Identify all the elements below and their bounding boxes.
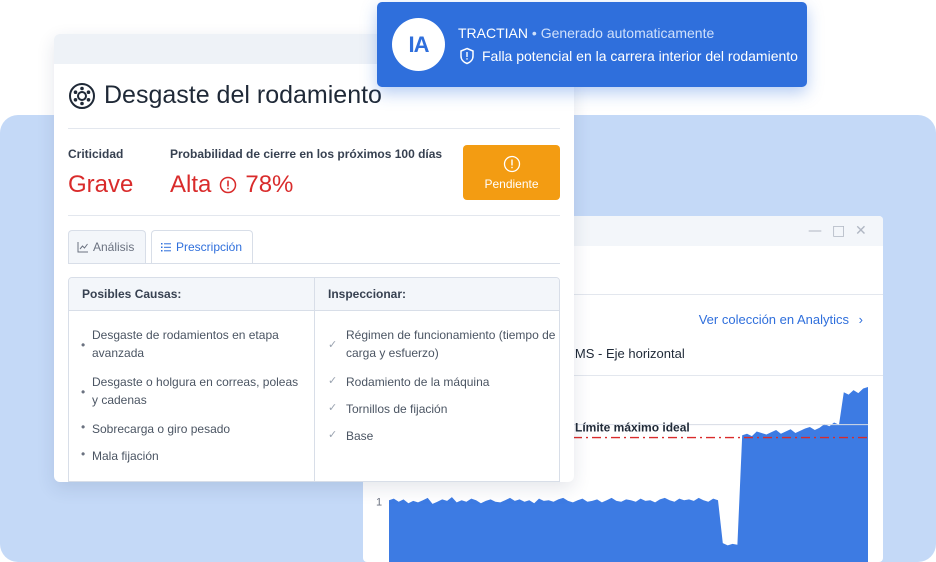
diagnosis-card: Desgaste del rodamiento Criticidad Grave… [54,34,574,482]
y-tick-label: 1 [376,497,382,509]
toast-source: TRACTIAN [458,25,528,41]
column-divider [314,311,315,481]
tab-prescripcion-label[interactable]: Prescripción [176,240,242,254]
pending-status-button[interactable]: Pendiente [463,145,560,200]
list-icon [161,243,171,252]
list-item: Desgaste o holgura en correas, poleas y … [92,375,299,407]
ia-logo: IA [392,18,445,71]
toast-message: Falla potencial en la carrera interior d… [482,48,798,64]
bearing-icon [69,82,95,109]
toast-header: TRACTIAN • Generado automaticamente [458,25,714,41]
threshold-label: Límite máximo ideal [575,421,690,435]
list-item: Régimen de funcionamiento (tiempo de car… [346,328,556,360]
probability-label: Probabilidad de cierre en los próximos 1… [170,147,443,161]
tab-analisis-label[interactable]: Análisis [93,240,134,254]
inspect-header: Inspeccionar: [314,278,559,310]
probability-level: Alta [170,171,212,198]
toast-subtitle: Generado automaticamente [540,25,715,41]
list-item: Base [346,429,374,443]
table-header: Posibles Causas: Inspeccionar: [69,278,559,311]
toast-separator: • [531,25,537,41]
list-item: Tornillos de fijación [346,402,448,416]
pending-status-label[interactable]: Pendiente [484,177,538,191]
bullet-icon: • [81,385,86,399]
prescription-table: Posibles Causas: Inspeccionar: • Desgast… [68,277,560,482]
alert-circle-icon [220,176,237,194]
stage: — □ ✕ Ver colección en Analytics › dade … [0,0,936,562]
card-header: Desgaste del rodamiento [68,81,382,110]
tab-prescripcion[interactable]: Prescripción [151,230,253,263]
alert-circle-icon [503,155,520,172]
check-icon: ✓ [328,338,338,351]
divider [68,215,560,216]
bullet-icon: • [81,420,86,434]
list-item: Desgaste de rodamientos en etapa avanzad… [92,328,279,360]
criticality-value: Grave [68,171,134,198]
check-icon: ✓ [328,401,338,414]
bullet-icon: • [81,338,86,352]
page-title: Desgaste del rodamiento [104,81,382,109]
bullet-icon: • [81,447,86,461]
toast-message-row: Falla potencial en la carrera interior d… [458,47,798,65]
chart-icon [77,242,88,253]
shield-alert-icon [460,47,474,65]
tab-analisis[interactable]: Análisis [68,230,146,263]
list-item: Rodamiento de la máquina [346,375,490,389]
tabs-divider [68,263,560,264]
causes-header: Posibles Causas: [82,287,182,301]
list-item: Sobrecarga o giro pesado [92,422,231,436]
check-icon: ✓ [328,374,338,387]
probability-percent: 78% [245,171,294,198]
list-item: Mala fijación [92,449,159,463]
ai-notification-toast[interactable]: IA TRACTIAN • Generado automaticamente F… [377,2,807,87]
divider [68,128,560,129]
check-icon: ✓ [328,428,338,441]
criticality-label: Criticidad [68,147,124,161]
probability-value: Alta 78% [170,171,293,199]
